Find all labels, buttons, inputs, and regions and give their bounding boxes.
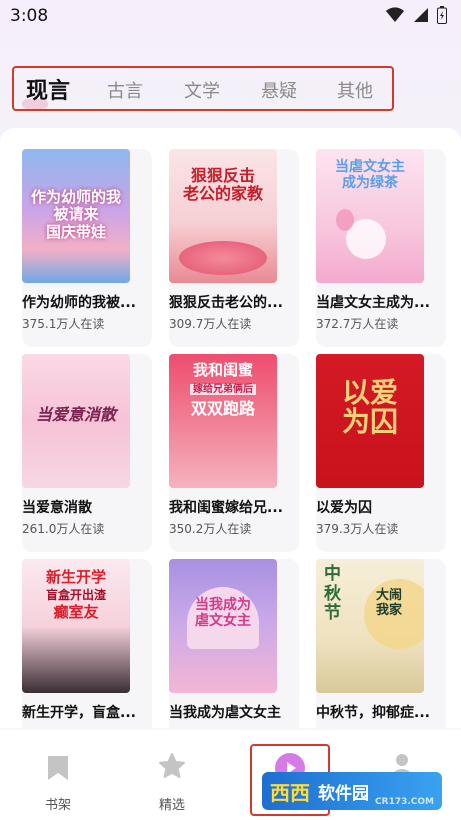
book-card[interactable]: 当我成为 虐文女主 当我成为虐文女主 — [169, 559, 299, 757]
cover-text: 我和闺蜜 — [192, 361, 253, 379]
book-card[interactable]: 作为幼师的我 被请来 国庆带娃 作为幼师的我被... 375.1万人在读 — [22, 149, 152, 347]
bookmark-icon — [48, 756, 68, 780]
watermark-url: CR173.COM — [375, 797, 434, 807]
cover-text: 作为幼师的我 被请来 国庆带娃 — [30, 188, 121, 241]
nav-label: 书架 — [44, 798, 71, 813]
category-tabs: 现言 古言 文学 悬疑 其他 — [12, 66, 394, 111]
book-card[interactable]: 我和闺蜜 嫁给兄弟俩后 双双跑路 我和闺蜜嫁给兄... 350.2万人在读 — [169, 354, 299, 552]
wifi-icon — [386, 7, 404, 23]
nav-label: 精选 — [158, 798, 185, 813]
tab-xianyan[interactable]: 现言 — [21, 73, 70, 109]
book-title: 狠狠反击老公的... — [169, 295, 283, 311]
book-title: 中秋节，抑郁症... — [316, 705, 430, 721]
book-cover: 以爱 为囚 — [316, 354, 424, 488]
book-cover: 当爱意消散 — [22, 354, 130, 488]
book-cover: 中秋节 大闹 我家 — [316, 559, 424, 693]
book-title: 当虐文女主成为... — [316, 295, 430, 311]
cover-text: 当爱意消散 — [35, 405, 116, 424]
cover-text: 当虐文女主 成为绿茶 — [335, 159, 405, 192]
book-title: 作为幼师的我被... — [22, 295, 136, 311]
book-card[interactable]: 当虐文女主 成为绿茶 当虐文女主成为... 372.7万人在读 — [316, 149, 446, 347]
book-cover: 作为幼师的我 被请来 国庆带娃 — [22, 149, 130, 283]
battery-icon — [437, 6, 447, 24]
book-card[interactable]: 当爱意消散 当爱意消散 261.0万人在读 — [22, 354, 152, 552]
book-card[interactable]: 中秋节 大闹 我家 中秋节，抑郁症... — [316, 559, 446, 757]
book-grid: 作为幼师的我 被请来 国庆带娃 作为幼师的我被... 375.1万人在读 狠狠反击老… — [0, 128, 461, 757]
book-title: 以爱为囚 — [316, 500, 372, 516]
signal-icon — [414, 8, 428, 22]
tab-xuanyi[interactable]: 悬疑 — [261, 77, 297, 103]
cover-text: 以爱 为囚 — [341, 376, 398, 439]
book-title: 我和闺蜜嫁给兄... — [169, 500, 283, 516]
book-card[interactable]: 以爱 为囚 以爱为囚 379.3万人在读 — [316, 354, 446, 552]
tab-guyan[interactable]: 古言 — [107, 77, 143, 103]
cover-text: 新生开学 盲盒开出渣 癫室友 — [45, 568, 106, 621]
book-title: 当爱意消散 — [22, 500, 92, 516]
tab-wenxue[interactable]: 文学 — [184, 77, 220, 103]
book-cover: 当我成为 虐文女主 — [169, 559, 277, 693]
book-card[interactable]: 新生开学 盲盒开出渣 癫室友 新生开学，盲盒... — [22, 559, 152, 757]
book-readers: 309.7万人在读 — [169, 317, 252, 331]
book-readers: 372.7万人在读 — [316, 317, 399, 331]
book-readers: 261.0万人在读 — [22, 522, 105, 536]
book-cover: 狠狠反击 老公的家教 — [169, 149, 277, 283]
watermark-site: 软件园 — [318, 783, 369, 804]
cover-text: 当我成为 虐文女主 — [195, 597, 251, 630]
book-cover: 我和闺蜜 嫁给兄弟俩后 双双跑路 — [169, 354, 277, 488]
book-title: 新生开学，盲盒... — [22, 705, 136, 721]
book-title: 当我成为虐文女主 — [169, 705, 281, 721]
book-readers: 375.1万人在读 — [22, 317, 105, 331]
book-readers: 379.3万人在读 — [316, 522, 399, 536]
book-readers: 350.2万人在读 — [169, 522, 252, 536]
status-time: 3:08 — [10, 6, 49, 26]
tab-qita[interactable]: 其他 — [337, 77, 373, 103]
book-cover: 当虐文女主 成为绿茶 — [316, 149, 424, 283]
watermark-brand: 西西 — [270, 780, 310, 805]
book-cover: 新生开学 盲盒开出渣 癫室友 — [22, 559, 130, 693]
book-card[interactable]: 狠狠反击 老公的家教 狠狠反击老公的... 309.7万人在读 — [169, 149, 299, 347]
star-icon — [159, 753, 185, 778]
cover-text: 狠狠反击 老公的家教 — [182, 166, 263, 204]
status-bar: 3:08 — [0, 0, 461, 32]
site-watermark: 西西 软件园 CR173.COM — [262, 772, 442, 810]
